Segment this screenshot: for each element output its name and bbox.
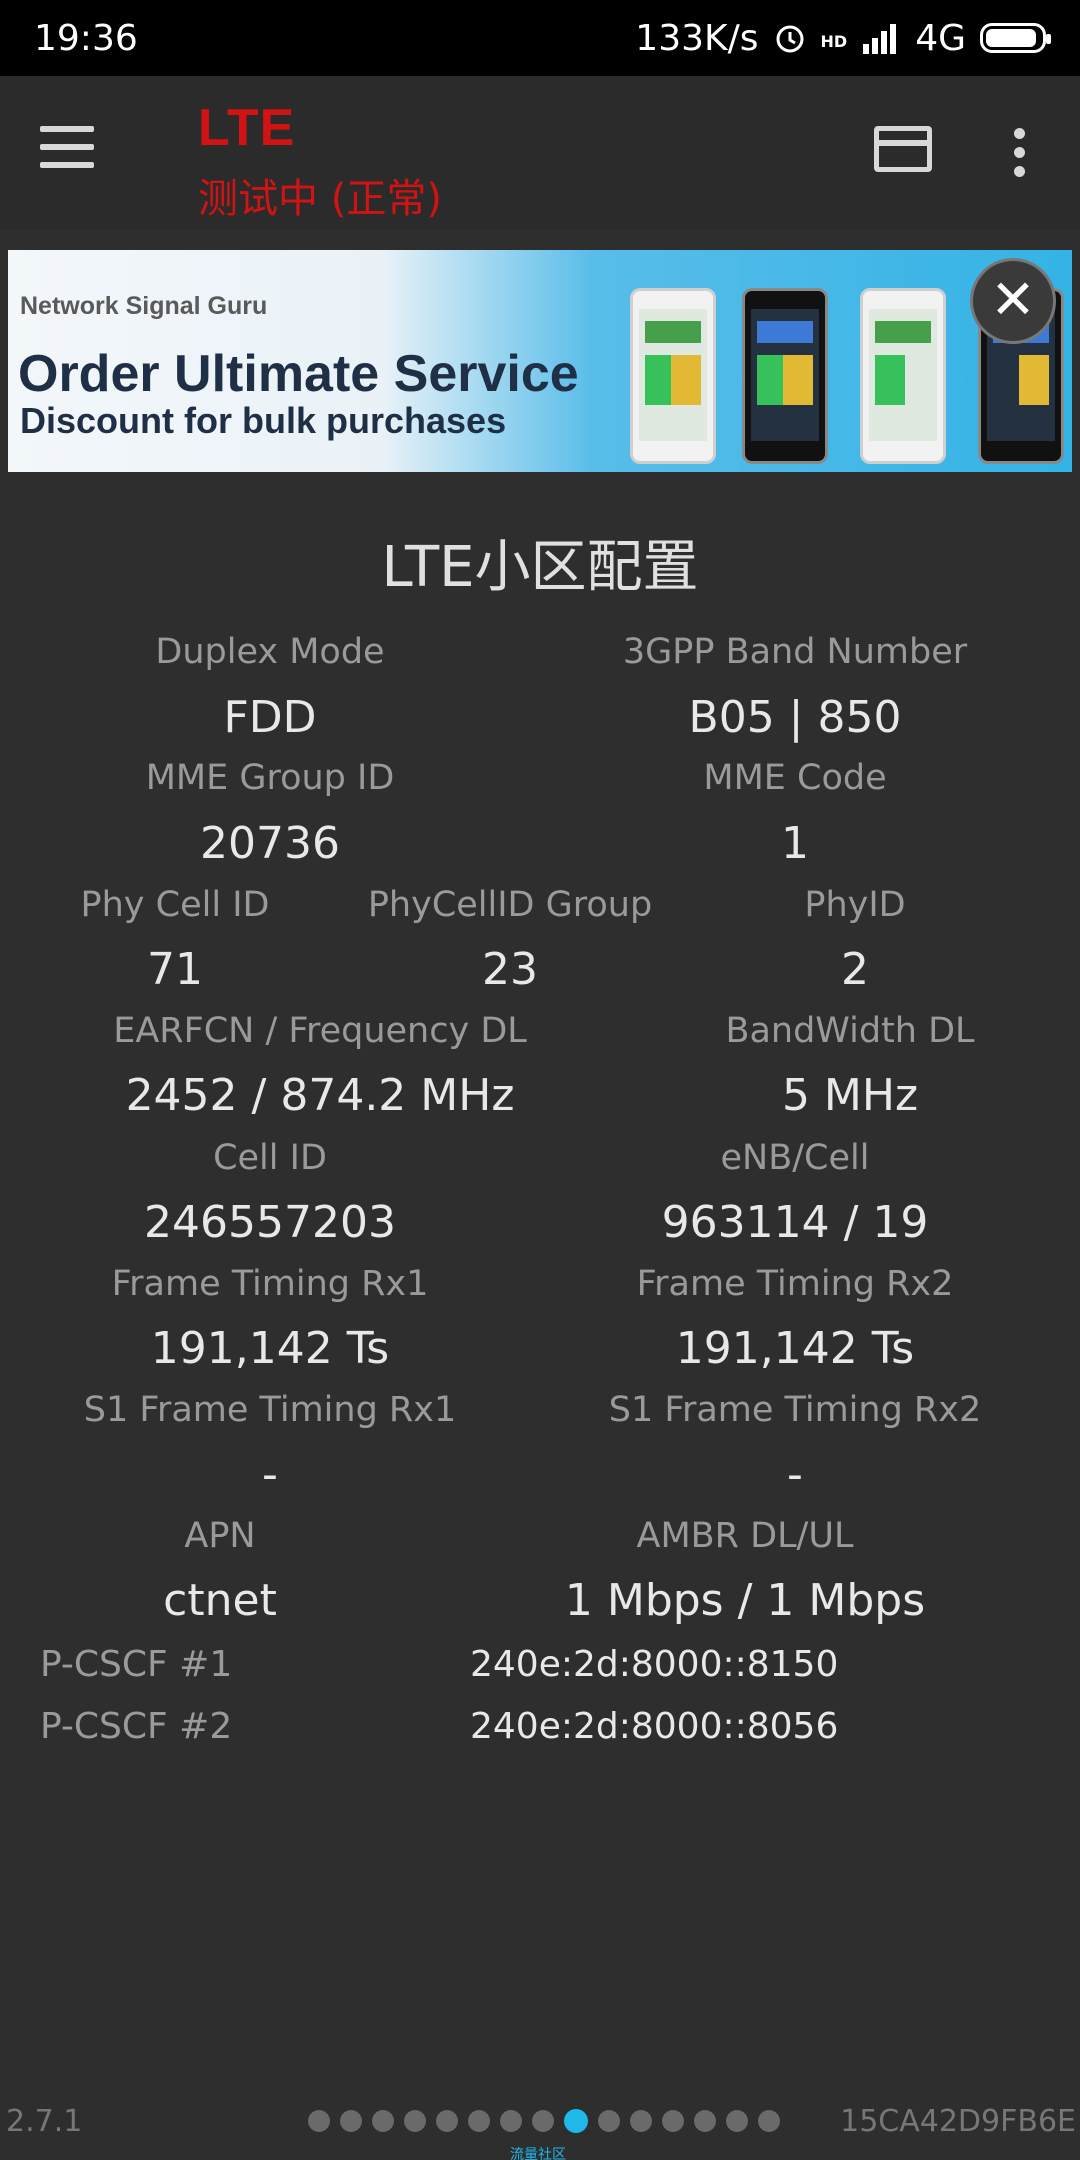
device-id: 15CA42D9FB6E (840, 2104, 1076, 2139)
mme-group-id-label: MME Group ID (145, 758, 395, 798)
ad-brand: Network Signal Guru (20, 292, 268, 320)
phycellid-group-label: PhyCellID Group (367, 885, 653, 925)
page-dot[interactable] (630, 2110, 652, 2132)
mme-group-id-value: 20736 (200, 818, 340, 869)
pcscf-row: P-CSCF #2 240e:2d:8000::8056 (0, 1706, 1080, 1756)
ambr-label: AMBR DL/UL (636, 1516, 854, 1556)
page-dot[interactable] (532, 2110, 554, 2132)
bandwidth-label: BandWidth DL (725, 1011, 975, 1051)
band-number-label: 3GPP Band Number (622, 632, 968, 672)
s1-frame-timing-rx1-label: S1 Frame Timing Rx1 (83, 1390, 457, 1430)
frame-timing-rx1-label: Frame Timing Rx1 (111, 1264, 429, 1304)
duplex-mode-label: Duplex Mode (155, 632, 385, 672)
phy-cell-id-label: Phy Cell ID (80, 885, 270, 925)
cell-id-value: 246557203 (144, 1197, 396, 1248)
page-dot[interactable] (404, 2110, 426, 2132)
page-dot[interactable] (340, 2110, 362, 2132)
s1-frame-timing-rx2-value: - (787, 1449, 803, 1500)
phone-image (860, 288, 946, 464)
title-block: LTE 测试中 (正常) (198, 98, 442, 224)
phy-cell-id-value: 71 (147, 944, 203, 995)
page-dot[interactable] (758, 2110, 780, 2132)
mme-code-value: 1 (781, 818, 809, 869)
network-type: 4G (915, 17, 966, 59)
band-number-value: B05 | 850 (688, 692, 902, 743)
page-dot[interactable] (468, 2110, 490, 2132)
hamburger-menu-icon[interactable] (40, 126, 112, 180)
enb-cell-label: eNB/Cell (720, 1138, 870, 1178)
cell-id-label: Cell ID (213, 1138, 327, 1178)
enb-cell-value: 963114 / 19 (661, 1197, 929, 1248)
phone-image (630, 288, 716, 464)
pcscf-row: P-CSCF #1 240e:2d:8000::8150 (0, 1644, 1080, 1694)
frame-timing-rx1-value: 191,142 Ts (150, 1323, 390, 1374)
watermark: 流量社区 (510, 2147, 566, 2160)
status-time: 19:36 (34, 17, 138, 59)
net-speed: 133K/s (635, 17, 759, 59)
more-vert-icon[interactable] (1008, 128, 1030, 184)
mme-code-label: MME Code (703, 758, 887, 798)
pcscf-label: P-CSCF #2 (40, 1706, 233, 1747)
test-status: 测试中 (正常) (198, 176, 442, 222)
status-bar: 19:36 133K/s HD 4G (0, 0, 1080, 76)
close-ad-button[interactable]: ✕ (970, 258, 1056, 344)
status-right: 133K/s HD 4G (635, 17, 1051, 59)
app-version: 2.7.1 (6, 2104, 83, 2139)
alarm-icon (773, 21, 807, 55)
frame-timing-rx2-value: 191,142 Ts (675, 1323, 915, 1374)
duplex-mode-value: FDD (223, 692, 317, 743)
page-dot[interactable] (308, 2110, 330, 2132)
ad-tagline: Discount for bulk purchases (20, 400, 507, 441)
page-dot[interactable] (726, 2110, 748, 2132)
page-dot[interactable] (500, 2110, 522, 2132)
page-dot[interactable] (694, 2110, 716, 2132)
ambr-value: 1 Mbps / 1 Mbps (564, 1575, 926, 1626)
page-dot[interactable] (436, 2110, 458, 2132)
apn-label: APN (184, 1516, 256, 1556)
frame-timing-rx2-label: Frame Timing Rx2 (636, 1264, 954, 1304)
s1-frame-timing-rx2-label: S1 Frame Timing Rx2 (608, 1390, 982, 1430)
ad-banner[interactable]: Network Signal Guru Order Ultimate Servi… (8, 250, 1072, 472)
bandwidth-value: 5 MHz (781, 1070, 919, 1121)
s1-frame-timing-rx1-value: - (262, 1449, 278, 1500)
card-icon[interactable] (874, 126, 932, 172)
page-title: LTE (198, 99, 296, 157)
earfcn-label: EARFCN / Frequency DL (113, 1011, 527, 1051)
page-dot-active[interactable] (564, 2109, 588, 2133)
app-toolbar: LTE 测试中 (正常) (0, 76, 1080, 230)
battery-icon (980, 23, 1051, 53)
page-indicator[interactable] (308, 2109, 780, 2133)
apn-value: ctnet (163, 1575, 277, 1626)
page-dot[interactable] (372, 2110, 394, 2132)
signal-icon (861, 22, 901, 54)
phone-image (742, 288, 828, 464)
pcscf-value: 240e:2d:8000::8056 (470, 1706, 839, 1747)
phy-id-label: PhyID (804, 885, 906, 925)
ad-headline: Order Ultimate Service (18, 345, 579, 403)
earfcn-value: 2452 / 874.2 MHz (125, 1070, 515, 1121)
section-title: LTE小区配置 (381, 535, 699, 600)
phycellid-group-value: 23 (482, 944, 538, 995)
page-dot[interactable] (662, 2110, 684, 2132)
pcscf-label: P-CSCF #1 (40, 1644, 233, 1685)
hd-indicator: HD (820, 31, 848, 51)
phy-id-value: 2 (841, 944, 869, 995)
page-dot[interactable] (598, 2110, 620, 2132)
pcscf-value: 240e:2d:8000::8150 (470, 1644, 839, 1685)
